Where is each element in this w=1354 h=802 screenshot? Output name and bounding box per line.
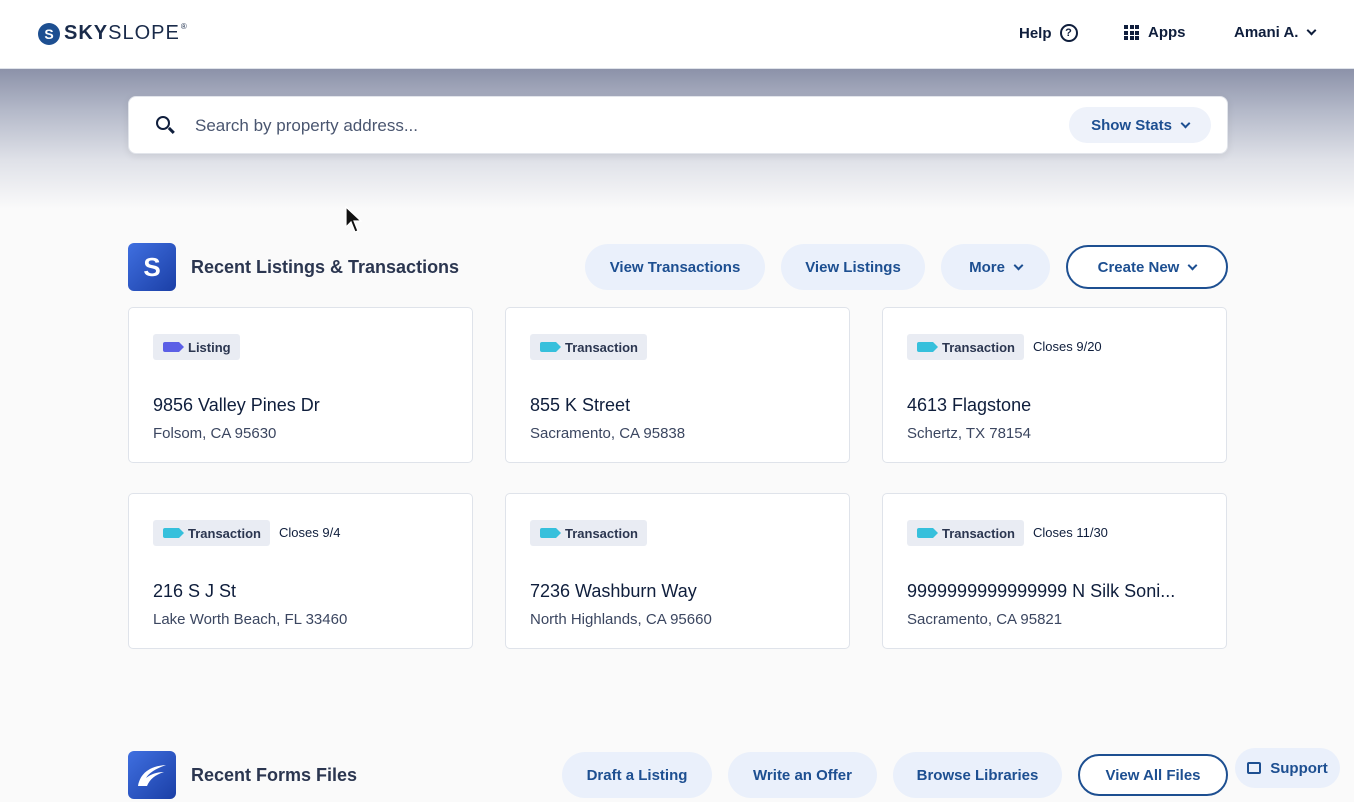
view-transactions-label: View Transactions — [609, 258, 741, 276]
tag-label: Transaction — [565, 339, 638, 355]
chevron-down-icon — [1180, 118, 1191, 128]
transaction-card[interactable]: Transaction Closes 9/4 216 S J St Lake W… — [128, 493, 473, 649]
closing-date: Closes 9/4 — [279, 525, 341, 540]
support-label: Support — [1270, 759, 1328, 777]
search-bar: Show Stats — [128, 96, 1228, 154]
property-city: Folsom, CA 95630 — [153, 425, 277, 442]
forms-wing-icon — [138, 765, 166, 786]
show-stats-label: Show Stats — [1091, 116, 1172, 134]
property-city: Schertz, TX 78154 — [907, 425, 1031, 442]
property-address: 7236 Washburn Way — [530, 581, 697, 601]
search-icon — [156, 116, 170, 130]
closing-date: Closes 11/30 — [1033, 525, 1108, 540]
view-transactions-button[interactable]: View Transactions — [585, 244, 765, 290]
transaction-type-tag: Transaction — [153, 520, 270, 546]
mouse-cursor-icon — [345, 206, 363, 233]
view-listings-button[interactable]: View Listings — [781, 244, 925, 290]
property-city: North Highlands, CA 95660 — [530, 611, 712, 628]
property-city: Sacramento, CA 95838 — [530, 425, 686, 442]
tag-label: Transaction — [188, 525, 261, 541]
logo-wordmark: SKYSLOPE® — [64, 22, 188, 45]
tag-label: Transaction — [942, 339, 1015, 355]
tag-icon — [540, 528, 561, 538]
tag-icon — [163, 528, 184, 538]
tag-icon — [917, 528, 938, 538]
help-label: Help — [1019, 24, 1052, 42]
tag-icon — [540, 342, 561, 352]
skyslope-logo[interactable]: S SKYSLOPE® — [38, 22, 188, 45]
create-new-button[interactable]: Create New — [1066, 245, 1228, 289]
view-listings-label: View Listings — [805, 258, 901, 276]
more-button[interactable]: More — [941, 244, 1050, 290]
top-navigation-bar: S SKYSLOPE® Help ? Apps Amani A. — [0, 0, 1354, 69]
transaction-card[interactable]: Transaction 7236 Washburn Way North High… — [505, 493, 850, 649]
logo-text-light: SLOPE — [108, 22, 180, 44]
tag-label: Listing — [188, 339, 231, 355]
support-button[interactable]: Support — [1235, 748, 1340, 788]
transaction-type-tag: Transaction — [907, 334, 1024, 360]
chevron-down-icon — [1307, 25, 1317, 36]
write-offer-label: Write an Offer — [753, 766, 852, 784]
create-new-label: Create New — [1097, 258, 1180, 276]
property-city: Lake Worth Beach, FL 33460 — [153, 611, 348, 628]
show-stats-button[interactable]: Show Stats — [1069, 107, 1211, 143]
property-address: 216 S J St — [153, 581, 237, 601]
transaction-card[interactable]: Transaction 855 K Street Sacramento, CA … — [505, 307, 850, 463]
property-address: 9999999999999999 N Silk Soni... — [907, 581, 1176, 601]
skyslope-transactions-app-icon: S — [128, 243, 176, 291]
user-menu[interactable]: Amani A. — [1234, 24, 1317, 41]
transaction-card[interactable]: Transaction Closes 11/30 999999999999999… — [882, 493, 1227, 649]
forms-section-title: Recent Forms Files — [191, 765, 358, 785]
tag-label: Transaction — [942, 525, 1015, 541]
draft-listing-label: Draft a Listing — [586, 766, 688, 784]
write-offer-button[interactable]: Write an Offer — [728, 752, 877, 798]
property-address: 9856 Valley Pines Dr — [153, 395, 320, 415]
browse-libraries-button[interactable]: Browse Libraries — [893, 752, 1062, 798]
property-address: 855 K Street — [530, 395, 631, 415]
chat-icon — [1247, 762, 1262, 774]
closing-date: Closes 9/20 — [1033, 339, 1102, 354]
property-address: 4613 Flagstone — [907, 395, 1032, 415]
view-all-files-label: View All Files — [1105, 766, 1201, 784]
skyslope-forms-app-icon — [128, 751, 176, 799]
chevron-down-icon — [1013, 260, 1024, 270]
transaction-type-tag: Transaction — [907, 520, 1024, 546]
transaction-card[interactable]: Transaction Closes 9/20 4613 Flagstone S… — [882, 307, 1227, 463]
tag-icon — [163, 342, 184, 352]
listings-section-title: Recent Listings & Transactions — [191, 257, 460, 277]
transaction-type-tag: Transaction — [530, 334, 647, 360]
grid-icon — [1124, 25, 1139, 40]
skyslope-logo-icon: S — [38, 22, 60, 45]
tag-label: Transaction — [565, 525, 638, 541]
property-city: Sacramento, CA 95821 — [907, 611, 1063, 628]
listing-card[interactable]: Listing 9856 Valley Pines Dr Folsom, CA … — [128, 307, 473, 463]
draft-listing-button[interactable]: Draft a Listing — [562, 752, 712, 798]
transaction-type-tag: Transaction — [530, 520, 647, 546]
tag-icon — [917, 342, 938, 352]
search-input[interactable] — [195, 113, 1055, 139]
logo-text-bold: SKY — [64, 22, 109, 44]
listing-type-tag: Listing — [153, 334, 240, 360]
apps-button[interactable]: Apps — [1124, 24, 1186, 41]
question-icon: ? — [1059, 24, 1078, 42]
help-button[interactable]: Help ? — [1019, 24, 1078, 42]
more-label: More — [969, 258, 1005, 276]
browse-libraries-label: Browse Libraries — [916, 766, 1039, 784]
user-name: Amani A. — [1234, 24, 1299, 41]
chevron-down-icon — [1187, 260, 1198, 270]
registered-mark: ® — [180, 22, 188, 31]
view-all-files-button[interactable]: View All Files — [1078, 754, 1228, 796]
apps-label: Apps — [1148, 24, 1186, 41]
